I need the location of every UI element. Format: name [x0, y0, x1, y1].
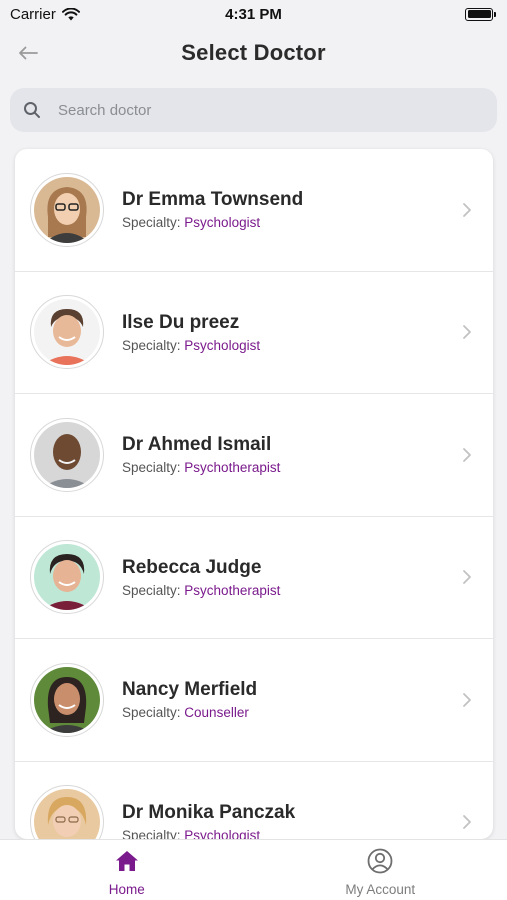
doctor-name: Dr Monika Panczak	[122, 801, 296, 823]
doctor-name: Dr Ahmed Ismail	[122, 434, 272, 456]
tab-my-account[interactable]: My Account	[254, 840, 507, 900]
search-input[interactable]	[58, 101, 458, 119]
specialty-line: Specialty: Psychologist	[122, 338, 260, 353]
doctor-name: Ilse Du preez	[122, 311, 240, 333]
specialty-label: Specialty:	[122, 582, 181, 598]
carrier-label: Carrier	[10, 5, 56, 23]
doctor-row-rebecca-judge[interactable]: Rebecca Judge Specialty: Psychotherapist	[15, 517, 493, 639]
status-bar: Carrier 4:31 PM	[0, 0, 507, 28]
page-title: Select Doctor	[181, 40, 326, 65]
doctor-row-ahmed-ismail[interactable]: Dr Ahmed Ismail Specialty: Psychotherapi…	[15, 394, 493, 517]
tab-home-label: Home	[108, 882, 145, 897]
specialty-line: Specialty: Psychotherapist	[122, 460, 280, 475]
doctor-photo	[34, 789, 100, 839]
doctor-list: Dr Emma Townsend Specialty: Psychologist…	[15, 149, 493, 839]
avatar	[30, 540, 104, 615]
specialty-line: Specialty: Psychologist	[122, 828, 295, 839]
carrier-group: Carrier	[10, 6, 80, 23]
specialty-value: Counseller	[184, 705, 249, 721]
avatar	[30, 785, 104, 839]
chevron-right-icon	[463, 815, 471, 830]
chevron-right-icon	[463, 570, 471, 585]
doctor-row-nancy-merfield[interactable]: Nancy Merfield Specialty: Counseller	[15, 639, 493, 762]
avatar	[30, 295, 104, 370]
user-circle-icon	[367, 848, 393, 874]
specialty-value: Psychotherapist	[184, 582, 281, 598]
chevron-right-icon	[463, 692, 471, 707]
specialty-line: Specialty: Counseller	[122, 705, 257, 720]
specialty-label: Specialty:	[122, 460, 181, 476]
back-button[interactable]	[14, 40, 42, 66]
doctor-row-emma-townsend[interactable]: Dr Emma Townsend Specialty: Psychologist	[15, 149, 493, 272]
chevron-right-icon	[463, 447, 471, 462]
specialty-value: Psychologist	[184, 337, 261, 353]
specialty-value: Psychologist	[184, 827, 261, 839]
navigation-header: Select Doctor	[0, 28, 507, 78]
doctor-photo	[34, 666, 100, 733]
home-icon	[114, 848, 140, 874]
avatar	[30, 172, 104, 247]
specialty-label: Specialty:	[122, 215, 181, 231]
wifi-icon	[61, 7, 80, 20]
search-icon	[22, 100, 42, 120]
tab-home[interactable]: Home	[0, 840, 254, 900]
avatar	[30, 417, 104, 492]
doctor-row-ilse-du-preez[interactable]: Ilse Du preez Specialty: Psychologist	[15, 272, 493, 394]
specialty-label: Specialty:	[122, 705, 181, 721]
battery-icon	[465, 7, 496, 21]
specialty-line: Specialty: Psychologist	[122, 215, 303, 230]
specialty-value: Psychologist	[184, 215, 261, 231]
specialty-line: Specialty: Psychotherapist	[122, 583, 280, 598]
doctor-name: Nancy Merfield	[122, 679, 258, 701]
specialty-value: Psychotherapist	[184, 460, 281, 476]
doctor-photo	[34, 421, 100, 488]
chevron-right-icon	[463, 202, 471, 217]
specialty-label: Specialty:	[122, 827, 181, 839]
doctor-photo	[34, 544, 100, 611]
doctor-photo	[34, 176, 100, 243]
chevron-right-icon	[463, 325, 471, 340]
doctor-row-monika-panczak[interactable]: Dr Monika Panczak Specialty: Psychologis…	[15, 762, 493, 839]
tab-bar: Home My Account	[0, 839, 507, 900]
arrow-left-icon	[19, 46, 38, 60]
specialty-label: Specialty:	[122, 337, 181, 353]
doctor-name: Dr Emma Townsend	[122, 189, 304, 211]
doctor-photo	[34, 299, 100, 366]
avatar	[30, 662, 104, 737]
tab-my-account-label: My Account	[345, 882, 416, 897]
search-bar[interactable]	[10, 88, 497, 132]
doctor-name: Rebecca Judge	[122, 556, 262, 578]
